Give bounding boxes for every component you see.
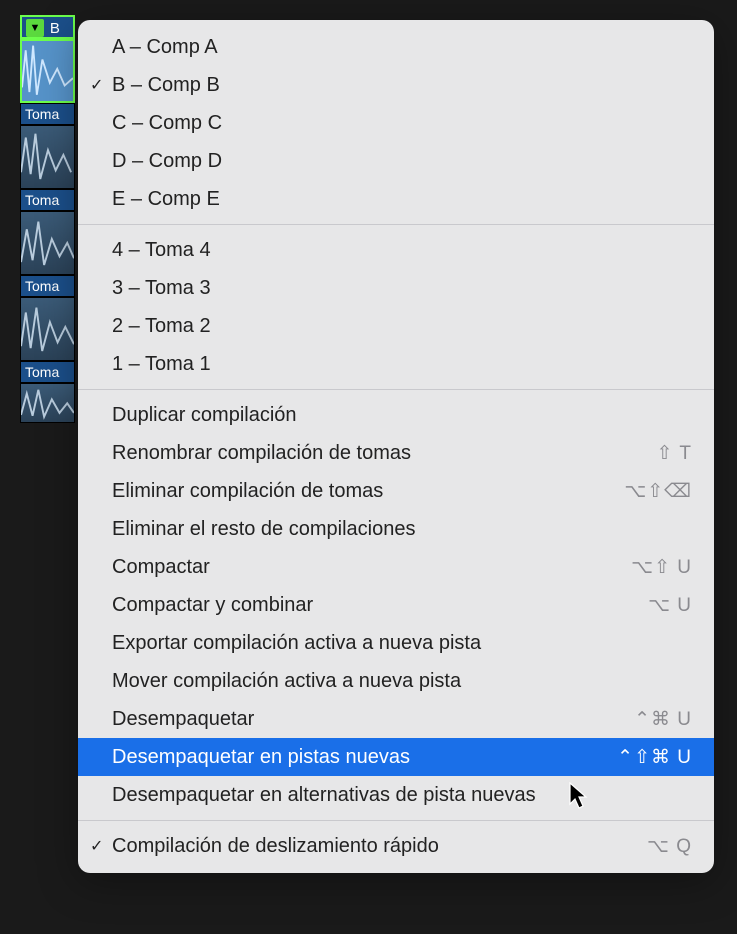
- menu-item-shortcut: ⌥⇧ U: [631, 556, 692, 579]
- menu-item-comp-e[interactable]: E – Comp E: [78, 180, 714, 218]
- menu-item-take-4[interactable]: 4 – Toma 4: [78, 231, 714, 269]
- waveform-region[interactable]: [20, 39, 75, 103]
- waveform-region[interactable]: [20, 297, 75, 361]
- take-folder-menu: A – Comp A ✓ B – Comp B C – Comp C D – C…: [78, 20, 714, 873]
- disclosure-triangle-icon[interactable]: ▼: [26, 19, 44, 37]
- take-header[interactable]: Toma: [20, 361, 75, 383]
- checkmark-icon: ✓: [90, 836, 103, 856]
- menu-item-flatten[interactable]: Compactar ⌥⇧ U: [78, 548, 714, 586]
- menu-item-label: E – Comp E: [112, 188, 692, 211]
- menu-item-shortcut: ⌥ Q: [647, 835, 692, 858]
- take-label: Toma: [25, 278, 59, 294]
- menu-item-comp-a[interactable]: A – Comp A: [78, 28, 714, 66]
- menu-item-label: 1 – Toma 1: [112, 353, 692, 376]
- menu-item-comp-b[interactable]: ✓ B – Comp B: [78, 66, 714, 104]
- menu-separator: [78, 389, 714, 390]
- menu-item-take-3[interactable]: 3 – Toma 3: [78, 269, 714, 307]
- menu-separator: [78, 224, 714, 225]
- menu-item-label: Mover compilación activa a nueva pista: [112, 670, 692, 693]
- menu-item-label: Exportar compilación activa a nueva pist…: [112, 632, 692, 655]
- waveform-region[interactable]: [20, 383, 75, 423]
- comp-label: B: [50, 20, 60, 37]
- menu-item-label: Eliminar compilación de tomas: [112, 480, 624, 503]
- menu-item-label: C – Comp C: [112, 112, 692, 135]
- menu-item-quick-swipe-comping[interactable]: ✓ Compilación de deslizamiento rápido ⌥ …: [78, 827, 714, 865]
- menu-item-shortcut: ⌥⇧⌫: [624, 480, 692, 503]
- menu-item-label: Desempaquetar en pistas nuevas: [112, 746, 617, 769]
- waveform-region[interactable]: [20, 211, 75, 275]
- take-label: Toma: [25, 192, 59, 208]
- menu-item-label: Eliminar el resto de compilaciones: [112, 518, 692, 541]
- menu-item-duplicate-comp[interactable]: Duplicar compilación: [78, 396, 714, 434]
- menu-item-label: Compilación de deslizamiento rápido: [112, 835, 647, 858]
- take-folder-column: ▼ B Toma Toma Toma Toma: [20, 15, 75, 423]
- menu-item-rename-comp[interactable]: Renombrar compilación de tomas ⇧ T: [78, 434, 714, 472]
- menu-item-shortcut: ⇧ T: [657, 442, 692, 465]
- menu-item-comp-d[interactable]: D – Comp D: [78, 142, 714, 180]
- take-header[interactable]: Toma: [20, 275, 75, 297]
- take-label: Toma: [25, 106, 59, 122]
- menu-item-label: 4 – Toma 4: [112, 239, 692, 262]
- menu-item-unpack-new-tracks[interactable]: Desempaquetar en pistas nuevas ⌃⇧⌘ U: [78, 738, 714, 776]
- menu-item-delete-comp[interactable]: Eliminar compilación de tomas ⌥⇧⌫: [78, 472, 714, 510]
- menu-item-unpack[interactable]: Desempaquetar ⌃⌘ U: [78, 700, 714, 738]
- menu-item-flatten-merge[interactable]: Compactar y combinar ⌥ U: [78, 586, 714, 624]
- menu-item-take-2[interactable]: 2 – Toma 2: [78, 307, 714, 345]
- menu-item-export-active-comp[interactable]: Exportar compilación activa a nueva pist…: [78, 624, 714, 662]
- menu-item-label: 3 – Toma 3: [112, 277, 692, 300]
- menu-separator: [78, 820, 714, 821]
- take-header[interactable]: Toma: [20, 189, 75, 211]
- take-header[interactable]: Toma: [20, 103, 75, 125]
- menu-item-label: Compactar y combinar: [112, 594, 648, 617]
- menu-item-label: D – Comp D: [112, 150, 692, 173]
- menu-item-label: Renombrar compilación de tomas: [112, 442, 657, 465]
- menu-item-label: B – Comp B: [112, 74, 692, 97]
- menu-item-label: Compactar: [112, 556, 631, 579]
- menu-item-label: A – Comp A: [112, 36, 692, 59]
- waveform-region[interactable]: [20, 125, 75, 189]
- checkmark-icon: ✓: [90, 75, 103, 95]
- menu-item-label: Desempaquetar: [112, 708, 634, 731]
- menu-item-comp-c[interactable]: C – Comp C: [78, 104, 714, 142]
- menu-item-unpack-new-alternatives[interactable]: Desempaquetar en alternativas de pista n…: [78, 776, 714, 814]
- menu-item-delete-other-comps[interactable]: Eliminar el resto de compilaciones: [78, 510, 714, 548]
- menu-item-shortcut: ⌥ U: [648, 594, 692, 617]
- menu-item-take-1[interactable]: 1 – Toma 1: [78, 345, 714, 383]
- menu-item-move-active-comp[interactable]: Mover compilación activa a nueva pista: [78, 662, 714, 700]
- menu-item-shortcut: ⌃⇧⌘ U: [617, 746, 692, 769]
- take-label: Toma: [25, 364, 59, 380]
- menu-item-label: 2 – Toma 2: [112, 315, 692, 338]
- take-folder-header[interactable]: ▼ B: [20, 15, 75, 39]
- menu-item-shortcut: ⌃⌘ U: [634, 708, 692, 731]
- menu-item-label: Duplicar compilación: [112, 404, 692, 427]
- menu-item-label: Desempaquetar en alternativas de pista n…: [112, 784, 692, 807]
